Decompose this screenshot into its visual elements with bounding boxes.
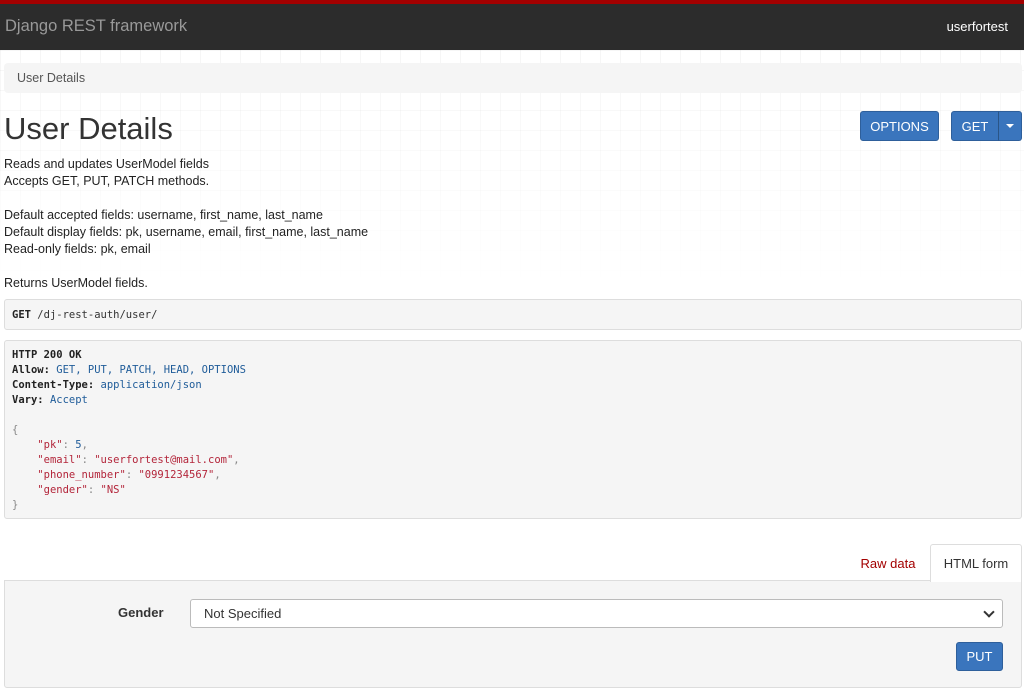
get-button[interactable]: GET	[951, 111, 999, 141]
header-value: application/json	[100, 379, 202, 391]
header-name: Allow:	[12, 364, 50, 376]
json-key: "pk"	[37, 439, 63, 451]
json-key: "gender"	[37, 484, 88, 496]
breadcrumb-current[interactable]: User Details	[17, 71, 85, 85]
gender-selected-value: Not Specified	[204, 606, 282, 621]
breadcrumb: User Details	[4, 63, 1022, 93]
options-button[interactable]: OPTIONS	[860, 111, 939, 141]
navbar: Django REST framework userfortest	[0, 0, 1024, 50]
caret-down-icon	[1006, 124, 1014, 128]
description-line: Accepts GET, PUT, PATCH methods.	[4, 174, 210, 188]
description-line: Reads and updates UserModel fields	[4, 157, 209, 171]
json-value: "NS"	[100, 484, 126, 496]
put-button[interactable]: PUT	[956, 642, 1003, 671]
json-value: "0991234567"	[138, 469, 215, 481]
description-line: Default display fields: pk, username, em…	[4, 225, 369, 239]
navbar-user-menu[interactable]: userfortest	[947, 19, 1008, 34]
request-method: GET	[12, 309, 31, 321]
description-line: Returns UserModel fields.	[4, 276, 148, 290]
chevron-down-icon	[983, 606, 995, 618]
gender-label: Gender	[118, 605, 164, 620]
header-name: Content-Type:	[12, 379, 95, 391]
json-value: "userfortest@mail.com"	[94, 454, 234, 466]
description-line: Default accepted fields: username, first…	[4, 208, 323, 222]
header-value: Accept	[49, 394, 88, 406]
html-form-panel	[4, 580, 1022, 688]
get-format-dropdown-button[interactable]	[998, 111, 1022, 141]
response-status: HTTP 200 OK	[12, 349, 82, 361]
header-value: GET, PUT, PATCH, HEAD, OPTIONS	[56, 364, 246, 376]
response-info: HTTP 200 OK Allow: GET, PUT, PATCH, HEAD…	[4, 340, 1022, 519]
description-line: Read-only fields: pk, email	[4, 242, 151, 256]
page-title: User Details	[4, 111, 173, 146]
navbar-brand[interactable]: Django REST framework	[5, 17, 187, 36]
gender-select[interactable]: Not Specified	[190, 599, 1003, 628]
tab-html-form[interactable]: HTML form	[930, 544, 1022, 582]
request-path: /dj-rest-auth/user/	[37, 309, 158, 321]
json-key: "email"	[37, 454, 82, 466]
json-brace: {	[12, 424, 19, 436]
endpoint-description: Reads and updates UserModel fields Accep…	[4, 156, 368, 292]
json-key: "phone_number"	[37, 469, 126, 481]
tab-raw-data[interactable]: Raw data	[848, 545, 928, 581]
header-name: Vary:	[12, 394, 44, 406]
request-info: GET /dj-rest-auth/user/	[4, 299, 1022, 330]
json-brace: }	[12, 499, 19, 511]
